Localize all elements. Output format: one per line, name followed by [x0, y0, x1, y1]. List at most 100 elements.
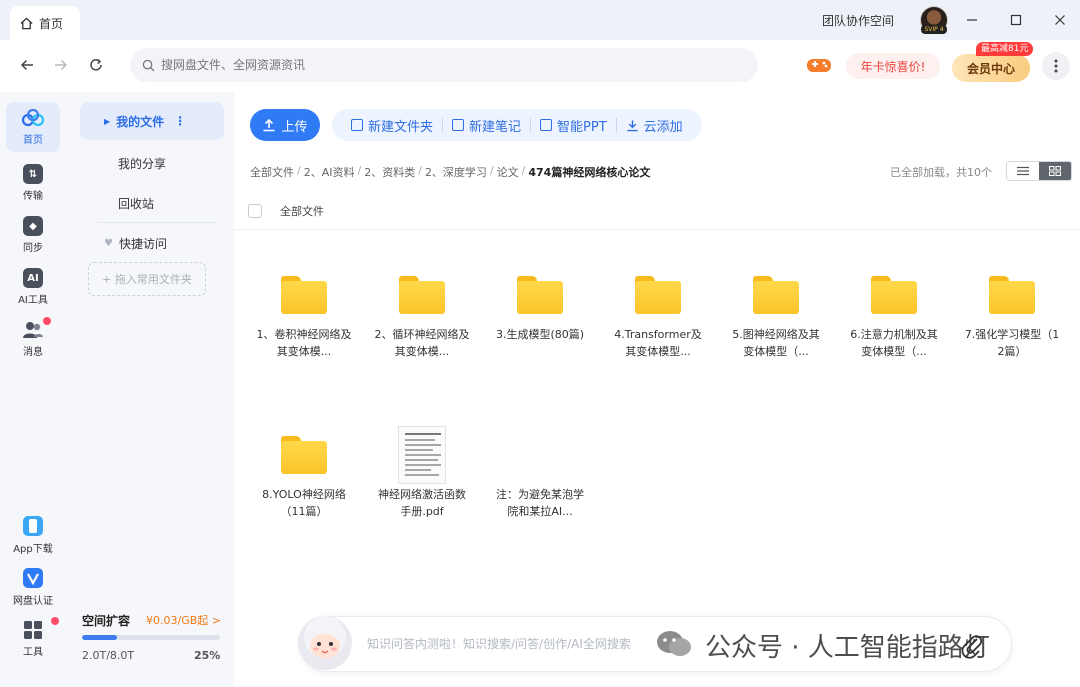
file-name: 7.强化学习模型（12篇） [964, 328, 1060, 358]
search-icon [142, 59, 155, 72]
breadcrumb-separator: / [521, 164, 526, 177]
tools-unread-dot [51, 617, 59, 625]
more-vertical-icon[interactable]: ⋮ [174, 114, 186, 128]
close-icon [1055, 15, 1065, 25]
sidebar-item-recycle[interactable]: 回收站 [80, 184, 224, 222]
cloud-add-button[interactable]: 云添加 [617, 109, 692, 141]
wechat-icon [657, 631, 691, 656]
rail-item-ai-tools[interactable]: AI AI工具 [6, 262, 60, 312]
view-toggle [1006, 161, 1072, 181]
back-button[interactable] [16, 54, 38, 76]
main-content: 上传 新建文件夹 新建笔记 智能PPT 云添加 全部文件/ 2、AI资料/ 2、… [234, 92, 1080, 687]
message-unread-dot [43, 317, 51, 325]
storage-used: 2.0T/8.0T [82, 649, 135, 662]
search-box[interactable] [130, 48, 758, 82]
file-item[interactable]: 6.注意力机制及其变体模型（... [844, 276, 944, 360]
smart-ppt-button[interactable]: 智能PPT [531, 109, 616, 141]
rail-label-verify: 网盘认证 [13, 596, 53, 607]
smart-ppt-label: 智能PPT [557, 119, 607, 135]
breadcrumb-item[interactable]: 全部文件 [250, 164, 294, 180]
maximize-icon [1010, 14, 1022, 26]
rail-item-home[interactable]: 首页 [6, 102, 60, 152]
breadcrumb: 全部文件/ 2、AI资料/ 2、资料类/ 2、深度学习 / 论文/ 474篇神经网… [250, 164, 650, 180]
title-bar: 首页 团队协作空间 SVIP 4 [0, 0, 1080, 40]
new-folder-button[interactable]: 新建文件夹 [342, 109, 442, 141]
download-icon [627, 119, 638, 131]
list-icon [1017, 166, 1029, 176]
rail-item-messages[interactable]: 消息 [6, 314, 60, 364]
breadcrumb-separator: / [357, 164, 362, 177]
ai-question-input[interactable] [367, 637, 697, 651]
breadcrumb-item[interactable]: 2、资料类 [364, 164, 415, 180]
upload-icon [263, 118, 275, 132]
breadcrumb-separator: / [418, 164, 422, 177]
close-button[interactable] [1050, 10, 1070, 30]
select-all-checkbox[interactable] [248, 203, 262, 218]
file-item[interactable]: 4.Transformer及其变体模型... [608, 276, 708, 360]
home-icon [20, 17, 33, 29]
breadcrumb-item[interactable]: 2、AI资料 [304, 164, 355, 180]
list-view-button[interactable] [1007, 162, 1039, 180]
sidebar-label-quick-access: 快捷访问 [118, 236, 167, 251]
rail-label-sync: 同步 [23, 243, 43, 254]
rail-label-app-download: App下载 [13, 544, 53, 555]
breadcrumb-item[interactable]: 2、深度学习 [425, 164, 487, 180]
address-bar: 年卡惊喜价! 会员中心 最高减81元 [0, 40, 1080, 92]
grid-view-button[interactable] [1039, 162, 1071, 180]
sidebar-divider [98, 222, 218, 223]
refresh-button[interactable] [85, 54, 107, 76]
file-item[interactable]: 注：为避免某泡学院和某拉AI... [490, 436, 590, 520]
rail-item-app-download[interactable]: App下载 [6, 510, 60, 560]
left-nav-rail: 首页 ⇅ 传输 ◆ 同步 AI AI工具 消息 App下载 网盘认证 工具 [0, 92, 68, 687]
rail-label-home: 首页 [23, 135, 43, 146]
rail-item-transfer[interactable]: ⇅ 传输 [6, 158, 60, 208]
storage-percent: 25% [194, 649, 221, 662]
file-name: 8.YOLO神经网络（11篇） [262, 488, 346, 518]
ai-tool-icon: AI [23, 268, 43, 288]
more-menu-button[interactable] [1042, 52, 1070, 80]
file-item[interactable]: 7.强化学习模型（12篇） [962, 276, 1062, 360]
pdf-thumbnail-icon [398, 426, 446, 484]
folder-icon [281, 276, 327, 314]
new-note-button[interactable]: 新建笔记 [443, 109, 530, 141]
list-header: 全部文件 [234, 192, 1080, 230]
mascot-icon [298, 616, 352, 670]
rail-item-sync[interactable]: ◆ 同步 [6, 210, 60, 260]
rail-item-verify[interactable]: 网盘认证 [6, 562, 60, 612]
file-item[interactable]: 神经网络激活函数手册.pdf [372, 426, 472, 520]
file-item[interactable]: 2、循环神经网络及其变体模... [372, 276, 472, 360]
sidebar-item-quick-access[interactable]: ♥ 快捷访问 [80, 224, 224, 262]
paperclip-icon[interactable] [959, 631, 983, 659]
file-item[interactable]: 3.生成模型(80篇) [490, 276, 590, 360]
file-name: 4.Transformer及其变体模型... [614, 328, 702, 358]
maximize-button[interactable] [1006, 10, 1026, 30]
forward-button[interactable] [50, 54, 72, 76]
file-name: 1、卷积神经网络及其变体模... [256, 328, 352, 358]
file-item[interactable]: 8.YOLO神经网络（11篇） [254, 436, 354, 520]
list-header-label: 全部文件 [280, 204, 324, 218]
annual-promo-button[interactable]: 年卡惊喜价! [846, 53, 940, 79]
file-item[interactable]: 1、卷积神经网络及其变体模... [254, 276, 354, 360]
folder-icon [517, 276, 563, 314]
message-icon [23, 322, 43, 338]
tab-home[interactable]: 首页 [10, 6, 80, 40]
ai-assistant-bar: 公众号 · 人工智能指路灯 [298, 616, 1012, 672]
folder-icon [635, 276, 681, 314]
sync-icon: ◆ [23, 216, 43, 236]
storage-upgrade-link[interactable]: ¥0.03/GB起 > [146, 612, 221, 628]
ppt-icon [540, 119, 553, 131]
search-input[interactable] [161, 58, 721, 72]
more-vertical-icon [1054, 59, 1058, 73]
sidebar-item-my-share[interactable]: 我的分享 [80, 144, 224, 182]
sidebar-item-my-files[interactable]: ▶ 我的文件 ⋮ [80, 102, 224, 140]
file-name: 注：为避免某泡学院和某拉AI... [496, 488, 584, 518]
minimize-button[interactable] [962, 10, 982, 30]
vip-center-button[interactable]: 会员中心 [952, 54, 1030, 82]
file-item[interactable]: 5.图神经网络及其变体模型（... [726, 276, 826, 360]
quick-access-drop-zone[interactable]: + 拖入常用文件夹 [88, 262, 206, 296]
rail-label-tools: 工具 [23, 647, 43, 658]
breadcrumb-item[interactable]: 论文 [497, 164, 519, 180]
gamepad-icon[interactable] [806, 55, 832, 75]
upload-button[interactable]: 上传 [250, 109, 320, 141]
team-space-link[interactable]: 团队协作空间 [822, 12, 894, 29]
